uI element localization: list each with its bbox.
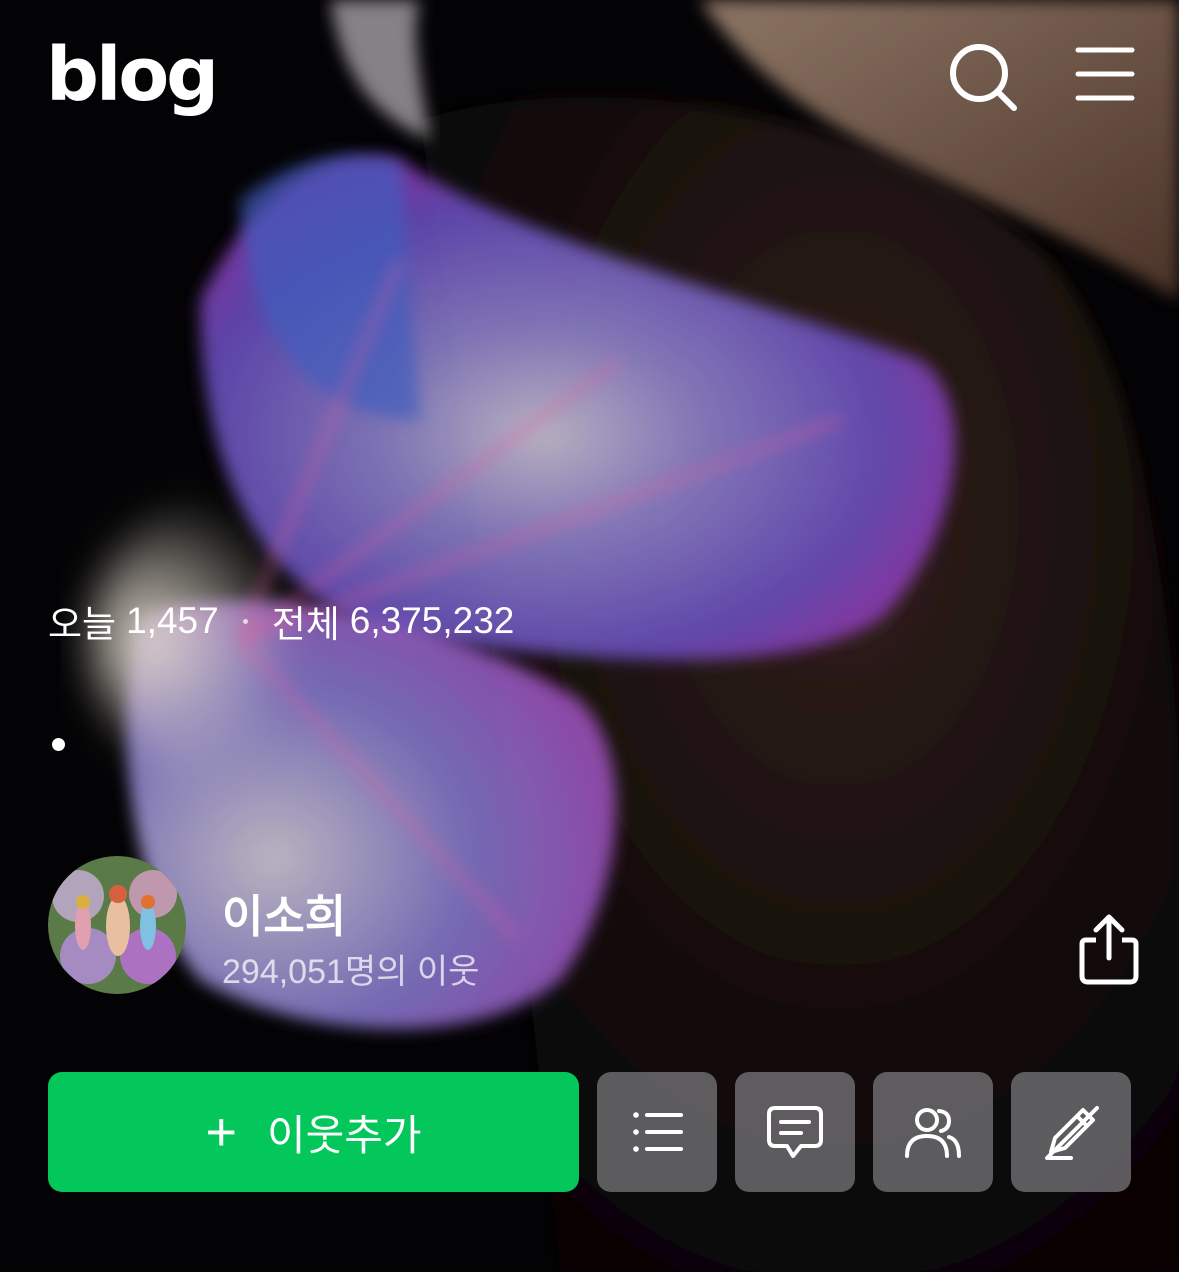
today-label: 오늘 [48,604,117,645]
add-neighbor-button[interactable]: + 이웃추가 [48,1072,579,1192]
share-icon [1079,914,1139,985]
search-button[interactable] [944,38,1020,114]
today-count: 1,457 [126,600,219,641]
people-icon [905,1108,961,1158]
total-label: 전체 [271,604,340,645]
total-count: 6,375,232 [349,600,515,641]
avatar[interactable] [48,856,186,994]
visitor-stats: 오늘 1,457 전체 6,375,232 [48,594,514,648]
post-list-button[interactable] [597,1072,717,1192]
plus-icon: + [205,1102,237,1162]
page-indicator-dot [52,738,65,751]
guestbook-button[interactable] [735,1072,855,1192]
neighbors-button[interactable] [873,1072,993,1192]
search-icon [950,44,1017,111]
add-neighbor-label: 이웃추가 [266,1111,422,1159]
hamburger-menu-icon [1075,47,1135,101]
neighbor-count[interactable]: 294,051명의 이웃 [222,944,479,993]
write-disabled-button[interactable] [1011,1072,1131,1192]
share-button[interactable] [1076,910,1142,990]
blogger-name[interactable]: 이소희 [222,880,346,945]
pen-off-icon [1045,1106,1099,1160]
top-bar: blog [0,0,1179,150]
chat-bubble-icon [767,1106,823,1158]
list-icon [633,1112,683,1152]
menu-button[interactable] [1074,44,1136,104]
separator-dot [242,618,248,624]
blog-logo[interactable]: blog [46,38,219,112]
